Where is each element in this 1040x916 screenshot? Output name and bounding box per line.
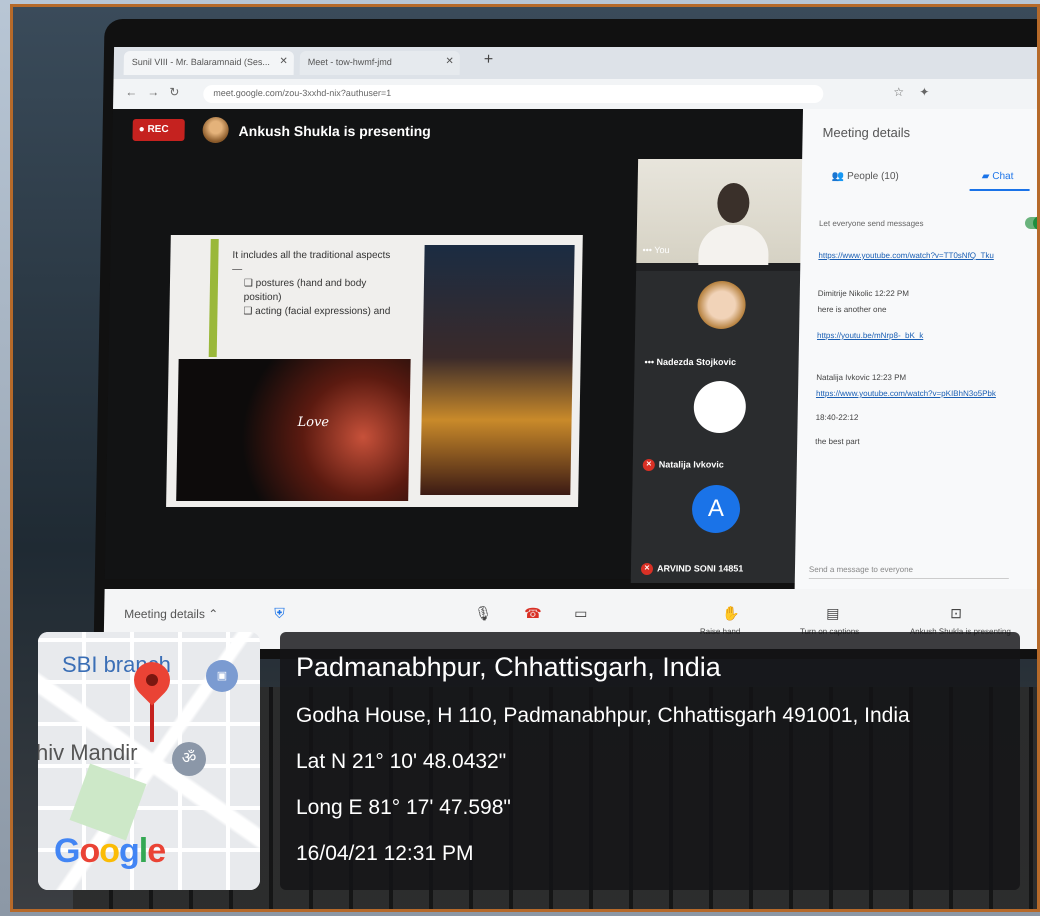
- panel-title: Meeting details: [822, 125, 911, 140]
- presenter-avatar: [202, 117, 229, 143]
- participant-name: ✕ Natalija Ivkovic: [642, 459, 724, 471]
- bank-poi-icon: ▣: [206, 660, 238, 692]
- close-icon[interactable]: ✕: [279, 56, 288, 67]
- tab-1-label: Sunil VIII - Mr. Balaramnaid (Ses...: [131, 57, 270, 67]
- chat-message: 18:40-22:12: [815, 413, 859, 422]
- mic-icon[interactable]: 🎙: [474, 605, 492, 622]
- participant-body: [698, 225, 769, 265]
- chat-message[interactable]: https://www.youtube.com/watch?v=pKIBhN3o…: [816, 389, 996, 398]
- slide-accent-stripe: [208, 239, 219, 357]
- chat-input[interactable]: Send a message to everyone: [808, 565, 1010, 579]
- rec-badge: ● REC: [132, 119, 185, 141]
- map-label-mandir: hiv Mandir: [38, 740, 138, 765]
- dance-image-left: Love: [176, 359, 411, 501]
- participant-name: ••• Nadezda Stojkovic: [644, 357, 737, 367]
- longitude-line: Long E 81° 17' 47.598": [296, 796, 511, 819]
- google-logo: Google: [54, 832, 166, 870]
- photo-frame: Sunil VIII - Mr. Balaramnaid (Ses... ✕ M…: [0, 0, 1040, 916]
- participant-video: [717, 183, 750, 223]
- mic-off-icon: ✕: [642, 459, 655, 471]
- chat-message: Dimitrije Nikolic 12:22 PM: [817, 289, 910, 298]
- dance-image-right: [420, 245, 575, 495]
- address-line: Godha House, H 110, Padmanabhpur, Chhatt…: [296, 704, 910, 727]
- temple-poi-icon: ॐ: [172, 742, 206, 776]
- chat-message[interactable]: https://youtu.be/mNrp8-_bK_k: [817, 331, 923, 340]
- rec-label: REC: [147, 124, 169, 135]
- meeting-details-panel: Meeting details ✕ 👥 People (10) ▰ Chat L…: [794, 109, 1037, 589]
- allow-messages-toggle[interactable]: [1024, 217, 1037, 229]
- chat-message: the best part: [815, 437, 860, 446]
- new-tab-icon[interactable]: +: [484, 51, 494, 69]
- extension-icon[interactable]: ✦: [919, 85, 929, 99]
- participant-avatar: A: [691, 485, 741, 533]
- participant-tile[interactable]: ••• Nadezda Stojkovic: [634, 271, 809, 375]
- laptop-screen: Sunil VIII - Mr. Balaramnaid (Ses... ✕ M…: [93, 19, 1037, 659]
- map-thumbnail: SBI branch hiv Mandir ▣ ॐ Google: [38, 632, 260, 890]
- participant-tile[interactable]: ••• You: [636, 159, 811, 265]
- slide-text: It includes all the traditional aspects—…: [231, 249, 392, 319]
- slide-line: It includes all the traditional aspects—: [232, 250, 391, 275]
- shield-icon[interactable]: ⛨: [274, 605, 285, 622]
- tab-2-label: Meet - tow-hwmf-jmd: [307, 57, 392, 67]
- participant-avatar: [697, 281, 747, 329]
- camera-icon[interactable]: ▭: [574, 605, 588, 622]
- close-icon[interactable]: ✕: [445, 56, 454, 67]
- browser-tabbar: Sunil VIII - Mr. Balaramnaid (Ses... ✕ M…: [113, 47, 1037, 79]
- slide-bullet: ❑ postures (hand and body position): [243, 278, 367, 303]
- mic-off-icon: ✕: [640, 563, 654, 575]
- tab-chat[interactable]: ▰ Chat: [982, 171, 1014, 182]
- allow-messages-label: Let everyone send messages: [818, 219, 924, 228]
- participant-name: ••• You: [642, 245, 670, 255]
- chat-message[interactable]: https://www.youtube.com/watch?v=TT0sNfQ_…: [818, 251, 994, 260]
- slide-bullet: ❑ acting (facial expressions) and: [243, 306, 391, 317]
- participant-tile[interactable]: A ✕ ARVIND SONI 14851: [630, 479, 805, 583]
- love-caption: Love: [297, 415, 330, 430]
- chat-message: here is another one: [817, 305, 887, 314]
- gps-info-panel: Padmanabhpur, Chhattisgarh, India Godha …: [280, 632, 1020, 890]
- participant-name: ✕ ARVIND SONI 14851: [640, 563, 744, 575]
- reload-icon[interactable]: ↻: [169, 85, 179, 99]
- address-bar: ← → ↻ meet.google.com/zou-3xxhd-nix?auth…: [113, 79, 1037, 109]
- chat-message: Natalija Ivkovic 12:23 PM: [816, 373, 907, 382]
- participant-avatar: [693, 381, 747, 433]
- browser-tab-2[interactable]: Meet - tow-hwmf-jmd ✕: [299, 51, 461, 75]
- url-field[interactable]: meet.google.com/zou-3xxhd-nix?authuser=1: [203, 85, 824, 103]
- back-icon[interactable]: ←: [125, 85, 137, 99]
- present-icon[interactable]: ⊡: [950, 605, 962, 622]
- browser-tab-1[interactable]: Sunil VIII - Mr. Balaramnaid (Ses... ✕: [123, 51, 295, 75]
- shared-slide: It includes all the traditional aspects—…: [166, 235, 583, 507]
- captions-icon[interactable]: ▤: [826, 605, 840, 622]
- forward-icon[interactable]: →: [147, 85, 159, 99]
- location-title: Padmanabhpur, Chhattisgarh, India: [296, 652, 721, 682]
- datetime-line: 16/04/21 12:31 PM: [296, 842, 474, 865]
- presenting-label: Ankush Shukla is presenting: [238, 123, 431, 139]
- tab-people[interactable]: 👥 People (10): [832, 171, 899, 182]
- participant-tile[interactable]: ✕ Natalija Ivkovic: [632, 375, 807, 479]
- star-icon[interactable]: ☆: [893, 85, 904, 99]
- raise-hand-icon[interactable]: ✋: [722, 605, 740, 622]
- hangup-icon[interactable]: ☎: [524, 605, 542, 622]
- tab-underline: [969, 189, 1030, 191]
- latitude-line: Lat N 21° 10' 48.0432": [296, 750, 507, 773]
- meet-stage: ● REC Ankush Shukla is presenting It inc…: [104, 109, 811, 583]
- participant-tiles: ••• You ••• Nadezda Stojkovic ✕ Natalija …: [630, 159, 811, 583]
- meeting-details-button[interactable]: Meeting details ⌃: [124, 607, 218, 621]
